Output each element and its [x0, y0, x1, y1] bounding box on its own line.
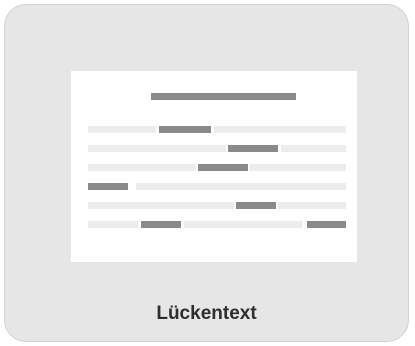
- text-line: [278, 202, 346, 209]
- text-line: [184, 221, 302, 228]
- cloze-text-icon: [71, 71, 357, 262]
- cloze-text-card[interactable]: Lückentext: [4, 4, 409, 342]
- text-line: [136, 183, 346, 190]
- title-line: [151, 93, 296, 100]
- gap-placeholder: [141, 221, 181, 228]
- card-label: Lückentext: [156, 303, 257, 324]
- gap-placeholder: [236, 202, 276, 209]
- text-line: [250, 164, 346, 171]
- gap-placeholder: [228, 145, 278, 152]
- text-line: [214, 126, 346, 133]
- text-line: [88, 126, 156, 133]
- gap-placeholder: [198, 164, 248, 171]
- text-line: [281, 145, 346, 152]
- gap-placeholder: [159, 126, 211, 133]
- text-line: [88, 164, 196, 171]
- gap-placeholder: [307, 221, 346, 228]
- text-line: [88, 221, 138, 228]
- gap-placeholder: [88, 183, 128, 190]
- text-line: [88, 202, 234, 209]
- text-line: [88, 145, 226, 152]
